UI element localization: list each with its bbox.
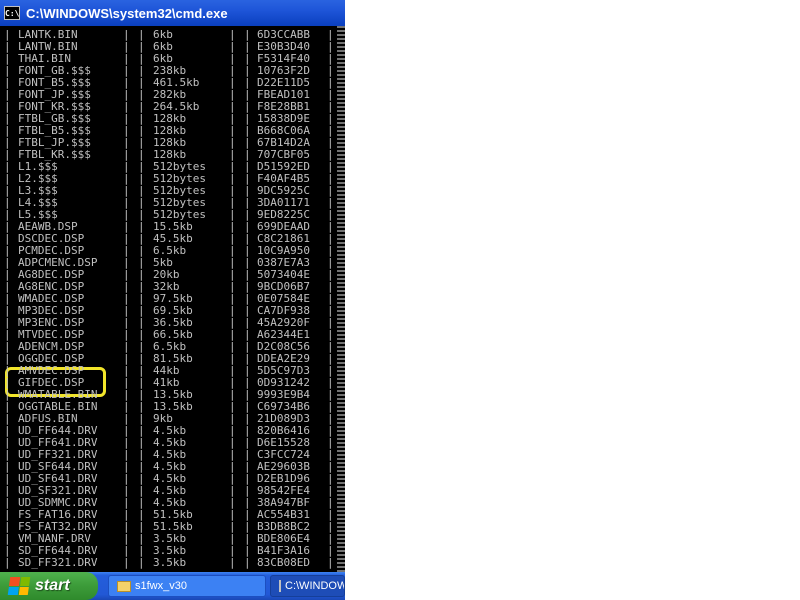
cmd-icon[interactable]: C:\ xyxy=(4,6,20,20)
column-separator: | xyxy=(4,556,11,569)
console-output[interactable]: | | | | | | LANTK.BIN 6kb 6D3CCABB | | | | | | LANTW.BI… xyxy=(0,26,345,572)
taskbar-item-explorer[interactable]: s1fwx_v30 xyxy=(108,575,266,597)
window-titlebar[interactable]: C:\ C:\WINDOWS\system32\cmd.exe xyxy=(0,0,345,26)
taskbar-item-label: s1fwx_v30 xyxy=(135,580,187,592)
windows-flag-icon xyxy=(7,577,31,595)
cmd-window[interactable]: C:\ C:\WINDOWS\system32\cmd.exe | | | | | | LA… xyxy=(0,0,345,572)
column-separator: | xyxy=(327,556,334,569)
cmd-icon xyxy=(279,580,281,592)
console-row: | | | | | | SD_FF321.DRV 3.5kb 83CB08ED xyxy=(0,557,345,569)
column-separator: | xyxy=(138,556,145,569)
taskbar-item-label: C:\WINDOWS xyxy=(285,580,344,592)
column-separator: | xyxy=(229,556,236,569)
window-title: C:\WINDOWS\system32\cmd.exe xyxy=(26,5,228,21)
column-separator: | xyxy=(123,556,130,569)
file-name: SD_FF321.DRV xyxy=(18,556,98,569)
file-crc: 83CB08ED xyxy=(257,556,310,569)
file-size: 3.5kb xyxy=(153,556,187,569)
taskbar: start s1fwx_v30 C:\WINDOWS xyxy=(0,572,345,600)
start-button[interactable]: start xyxy=(0,572,98,600)
start-label: start xyxy=(35,577,70,594)
column-separator: | xyxy=(244,556,251,569)
folder-icon xyxy=(117,580,131,592)
taskbar-item-cmd[interactable]: C:\WINDOWS xyxy=(270,575,345,597)
